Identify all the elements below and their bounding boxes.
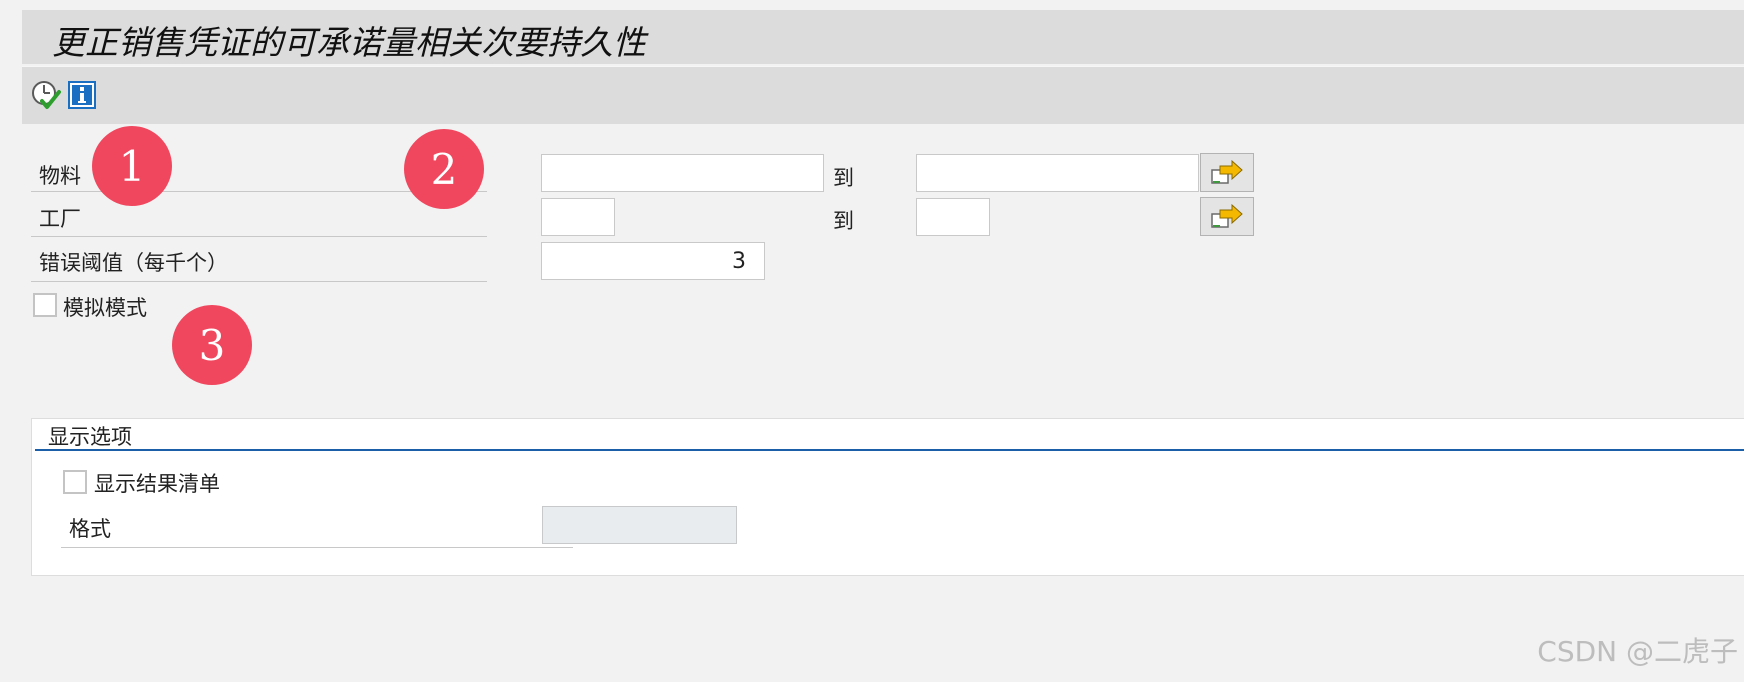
plant-to-label: 到 xyxy=(833,209,854,233)
show-result-list-label: 显示结果清单 xyxy=(94,472,220,496)
plant-multiple-selection-button[interactable] xyxy=(1200,197,1254,236)
multiple-selection-arrow-icon xyxy=(1211,159,1243,184)
material-to-label: 到 xyxy=(833,166,854,190)
error-threshold-input[interactable]: 3 xyxy=(541,242,765,280)
execute-button[interactable] xyxy=(30,79,62,111)
format-label-row xyxy=(61,506,573,548)
simulation-mode-label: 模拟模式 xyxy=(63,296,147,320)
title-bar: 更正销售凭证的可承诺量相关次要持久性 xyxy=(22,10,1744,64)
plant-from-input[interactable] xyxy=(541,198,615,236)
execute-clock-check-icon xyxy=(32,81,61,109)
annotation-badge-3: 3 xyxy=(172,305,252,385)
material-to-input[interactable] xyxy=(916,154,1199,192)
plant-to-input[interactable] xyxy=(916,198,990,236)
format-input[interactable] xyxy=(542,506,737,544)
simulation-mode-checkbox[interactable] xyxy=(33,293,57,317)
error-threshold-label: 错误阈值（每千个） xyxy=(39,251,228,275)
multiple-selection-arrow-icon xyxy=(1211,203,1243,228)
material-from-input[interactable] xyxy=(541,154,824,192)
material-multiple-selection-button[interactable] xyxy=(1200,153,1254,192)
annotation-badge-1: 1 xyxy=(92,126,172,206)
info-button[interactable] xyxy=(66,79,98,111)
info-icon xyxy=(68,81,96,109)
material-label: 物料 xyxy=(39,164,81,188)
annotation-badge-2: 2 xyxy=(404,129,484,209)
toolbar xyxy=(22,66,1744,124)
page-title: 更正销售凭证的可承诺量相关次要持久性 xyxy=(52,23,646,62)
format-label: 格式 xyxy=(69,517,111,541)
show-result-list-checkbox[interactable] xyxy=(63,470,87,494)
plant-label: 工厂 xyxy=(39,207,81,231)
display-options-title: 显示选项 xyxy=(48,425,132,449)
watermark: CSDN @二虎子 xyxy=(1537,635,1738,668)
group-title-underline xyxy=(35,449,1744,451)
display-options-group: 显示选项 显示结果清单 格式 xyxy=(31,418,1744,576)
